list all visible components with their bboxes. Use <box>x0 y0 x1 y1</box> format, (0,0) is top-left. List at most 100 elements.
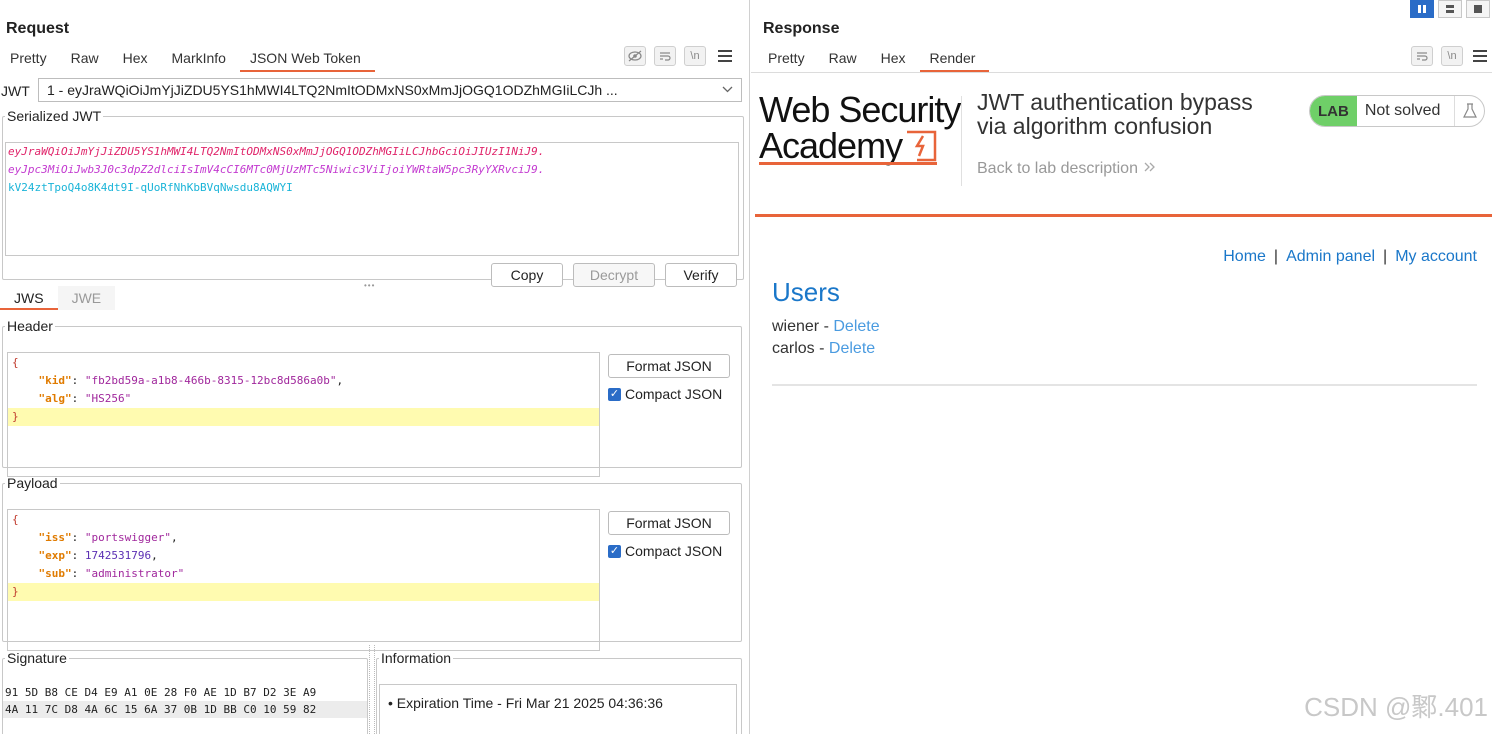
verify-button[interactable]: Verify <box>665 263 737 287</box>
header-group: Header { "kid": "fb2bd59a-a1b8-466b-8315… <box>2 318 742 477</box>
code-line: "exp": 1742531796, <box>38 549 158 562</box>
jwt-payload-part: eyJpc3MiOiJwb3J0c3dpZ2dlciIsImV4cCI6MTc0… <box>8 163 545 176</box>
tab-jws[interactable]: JWS <box>0 286 58 310</box>
response-tab-icons: \n <box>1411 46 1489 66</box>
payload-compact-json-checkbox[interactable]: ✓ Compact JSON <box>608 543 730 559</box>
flask-icon <box>1454 96 1484 126</box>
top-nav: Home | Admin panel | My account <box>1223 248 1477 266</box>
information-legend: Information <box>381 650 452 666</box>
split-horizontal-icon[interactable] <box>1410 0 1434 18</box>
menu-icon[interactable] <box>714 46 736 66</box>
user-name: carlos <box>772 340 815 357</box>
payload-legend: Payload <box>7 475 58 491</box>
tab-hex[interactable]: Hex <box>871 48 920 72</box>
code-line: } <box>8 408 599 426</box>
header-json-editor[interactable]: { "kid": "fb2bd59a-a1b8-466b-8315-12bc8d… <box>7 352 600 477</box>
user-name: wiener <box>772 318 820 335</box>
copy-button[interactable]: Copy <box>491 263 563 287</box>
tab-render[interactable]: Render <box>919 48 990 72</box>
information-list: • Expiration Time - Fri Mar 21 2025 04:3… <box>379 684 737 734</box>
response-panel: Response Pretty Raw Hex Render \n Web Se… <box>751 0 1492 734</box>
layout-toggle <box>1410 0 1490 18</box>
payload-json-editor[interactable]: { "iss": "portswigger", "exp": 174253179… <box>7 509 600 651</box>
user-row: carlos - Delete <box>772 340 875 358</box>
lab-status-badge: LAB Not solved <box>1309 95 1486 127</box>
header-format-json-button[interactable]: Format JSON <box>608 354 730 378</box>
logo-bolt-icon <box>907 130 937 162</box>
signature-legend: Signature <box>7 650 67 666</box>
tab-divider <box>751 72 1492 73</box>
request-tab-icons: \n <box>624 46 736 66</box>
chevron-down-icon <box>722 82 733 96</box>
compact-json-label: Compact JSON <box>625 543 723 559</box>
code-line: { <box>12 513 19 526</box>
header-separator <box>961 96 962 186</box>
jwt-select[interactable]: 1 - eyJraWQiOiJmYjJiZDU5YS1hMWI4LTQ2NmIt… <box>38 78 742 102</box>
expiration-info: Expiration Time - Fri Mar 21 2025 04:36:… <box>396 695 663 711</box>
signature-hex-line: 4A 11 7C D8 4A 6C 15 6A 37 0B 1D BB C0 1… <box>3 701 367 718</box>
wrap-icon[interactable] <box>654 46 676 66</box>
payload-side-controls: Format JSON ✓ Compact JSON <box>608 511 730 559</box>
code-line: "iss": "portswigger", <box>38 531 178 544</box>
response-title: Response <box>763 20 840 37</box>
newline-icon[interactable]: \n <box>684 46 706 66</box>
payload-group: Payload { "iss": "portswigger", "exp": 1… <box>2 475 742 651</box>
user-row: wiener - Delete <box>772 318 880 336</box>
back-to-lab-link[interactable]: Back to lab description <box>977 160 1156 178</box>
code-line: "kid": "fb2bd59a-a1b8-466b-8315-12bc8d58… <box>38 374 344 387</box>
lab-title-line-1: JWT authentication bypass <box>977 89 1253 115</box>
delete-user-link[interactable]: Delete <box>833 318 879 335</box>
signature-hex[interactable]: 91 5D B8 CE D4 E9 A1 0E 28 F0 AE 1D B7 D… <box>3 684 367 718</box>
code-line: "sub": "administrator" <box>38 567 185 580</box>
wrap-icon[interactable] <box>1411 46 1433 66</box>
nav-admin-panel-link[interactable]: Admin panel <box>1286 248 1375 266</box>
nav-separator: | <box>1273 248 1279 265</box>
delete-user-link[interactable]: Delete <box>829 340 875 357</box>
tab-raw[interactable]: Raw <box>61 48 113 72</box>
logo-line-1: Web Security <box>759 89 961 130</box>
newline-icon[interactable]: \n <box>1441 46 1463 66</box>
nav-my-account-link[interactable]: My account <box>1395 248 1477 266</box>
menu-icon[interactable] <box>1471 46 1489 66</box>
jwt-signature-part: kV24ztTpoQ4o8K4dt9I-qUoRfNhKbBVqNwsdu8AQ… <box>8 181 293 194</box>
tab-json-web-token[interactable]: JSON Web Token <box>239 48 375 72</box>
watermark: CSDN @鄹.401 <box>1304 692 1488 722</box>
serialized-jwt-text[interactable]: eyJraWQiOiJmYjJiZDU5YS1hMWI4LTQ2NmItODMx… <box>5 142 739 256</box>
burp-jwt-editor: Request Pretty Raw Hex MarkInfo JSON Web… <box>0 0 1492 734</box>
lab-title-line-2: via algorithm confusion <box>977 113 1213 139</box>
hide-icon[interactable] <box>624 46 646 66</box>
tab-pretty[interactable]: Pretty <box>0 48 61 72</box>
tab-markinfo[interactable]: MarkInfo <box>162 48 240 72</box>
header-legend: Header <box>7 318 53 334</box>
single-pane-icon[interactable] <box>1466 0 1490 18</box>
user-separator: - <box>814 340 829 357</box>
tab-hex[interactable]: Hex <box>113 48 162 72</box>
checkbox-checked-icon: ✓ <box>608 387 621 401</box>
resize-handle[interactable]: ••• <box>364 281 375 290</box>
vertical-resize-handle[interactable] <box>369 645 375 734</box>
signature-hex-line: 91 5D B8 CE D4 E9 A1 0E 28 F0 AE 1D B7 D… <box>5 686 317 699</box>
tab-pretty[interactable]: Pretty <box>758 48 819 72</box>
jwt-row: JWT 1 - eyJraWQiOiJmYjJiZDU5YS1hMWI4LTQ2… <box>0 78 745 104</box>
signature-group: Signature 91 5D B8 CE D4 E9 A1 0E 28 F0 … <box>2 650 368 734</box>
nav-home-link[interactable]: Home <box>1223 248 1266 266</box>
back-link-label: Back to lab description <box>977 160 1138 177</box>
lab-title: JWT authentication bypass via algorithm … <box>977 90 1253 138</box>
serialized-jwt-group: Serialized JWT eyJraWQiOiJmYjJiZDU5YS1hM… <box>2 108 744 287</box>
bullet-icon: • <box>388 695 397 711</box>
split-vertical-icon[interactable] <box>1438 0 1462 18</box>
tab-jwe[interactable]: JWE <box>58 286 116 310</box>
jwt-label: JWT <box>1 83 30 99</box>
double-chevron-right-icon <box>1142 160 1156 177</box>
web-security-academy-logo[interactable]: Web Security Academy <box>759 89 961 164</box>
tab-raw[interactable]: Raw <box>819 48 871 72</box>
compact-json-label: Compact JSON <box>625 386 723 402</box>
payload-format-json-button[interactable]: Format JSON <box>608 511 730 535</box>
header-compact-json-checkbox[interactable]: ✓ Compact JSON <box>608 386 730 402</box>
code-line: { <box>12 356 19 369</box>
lab-badge-label: LAB <box>1310 96 1357 126</box>
code-line: } <box>8 583 599 601</box>
information-group: Information • Expiration Time - Fri Mar … <box>376 650 742 734</box>
serialized-jwt-legend: Serialized JWT <box>7 108 102 124</box>
decrypt-button[interactable]: Decrypt <box>573 263 655 287</box>
